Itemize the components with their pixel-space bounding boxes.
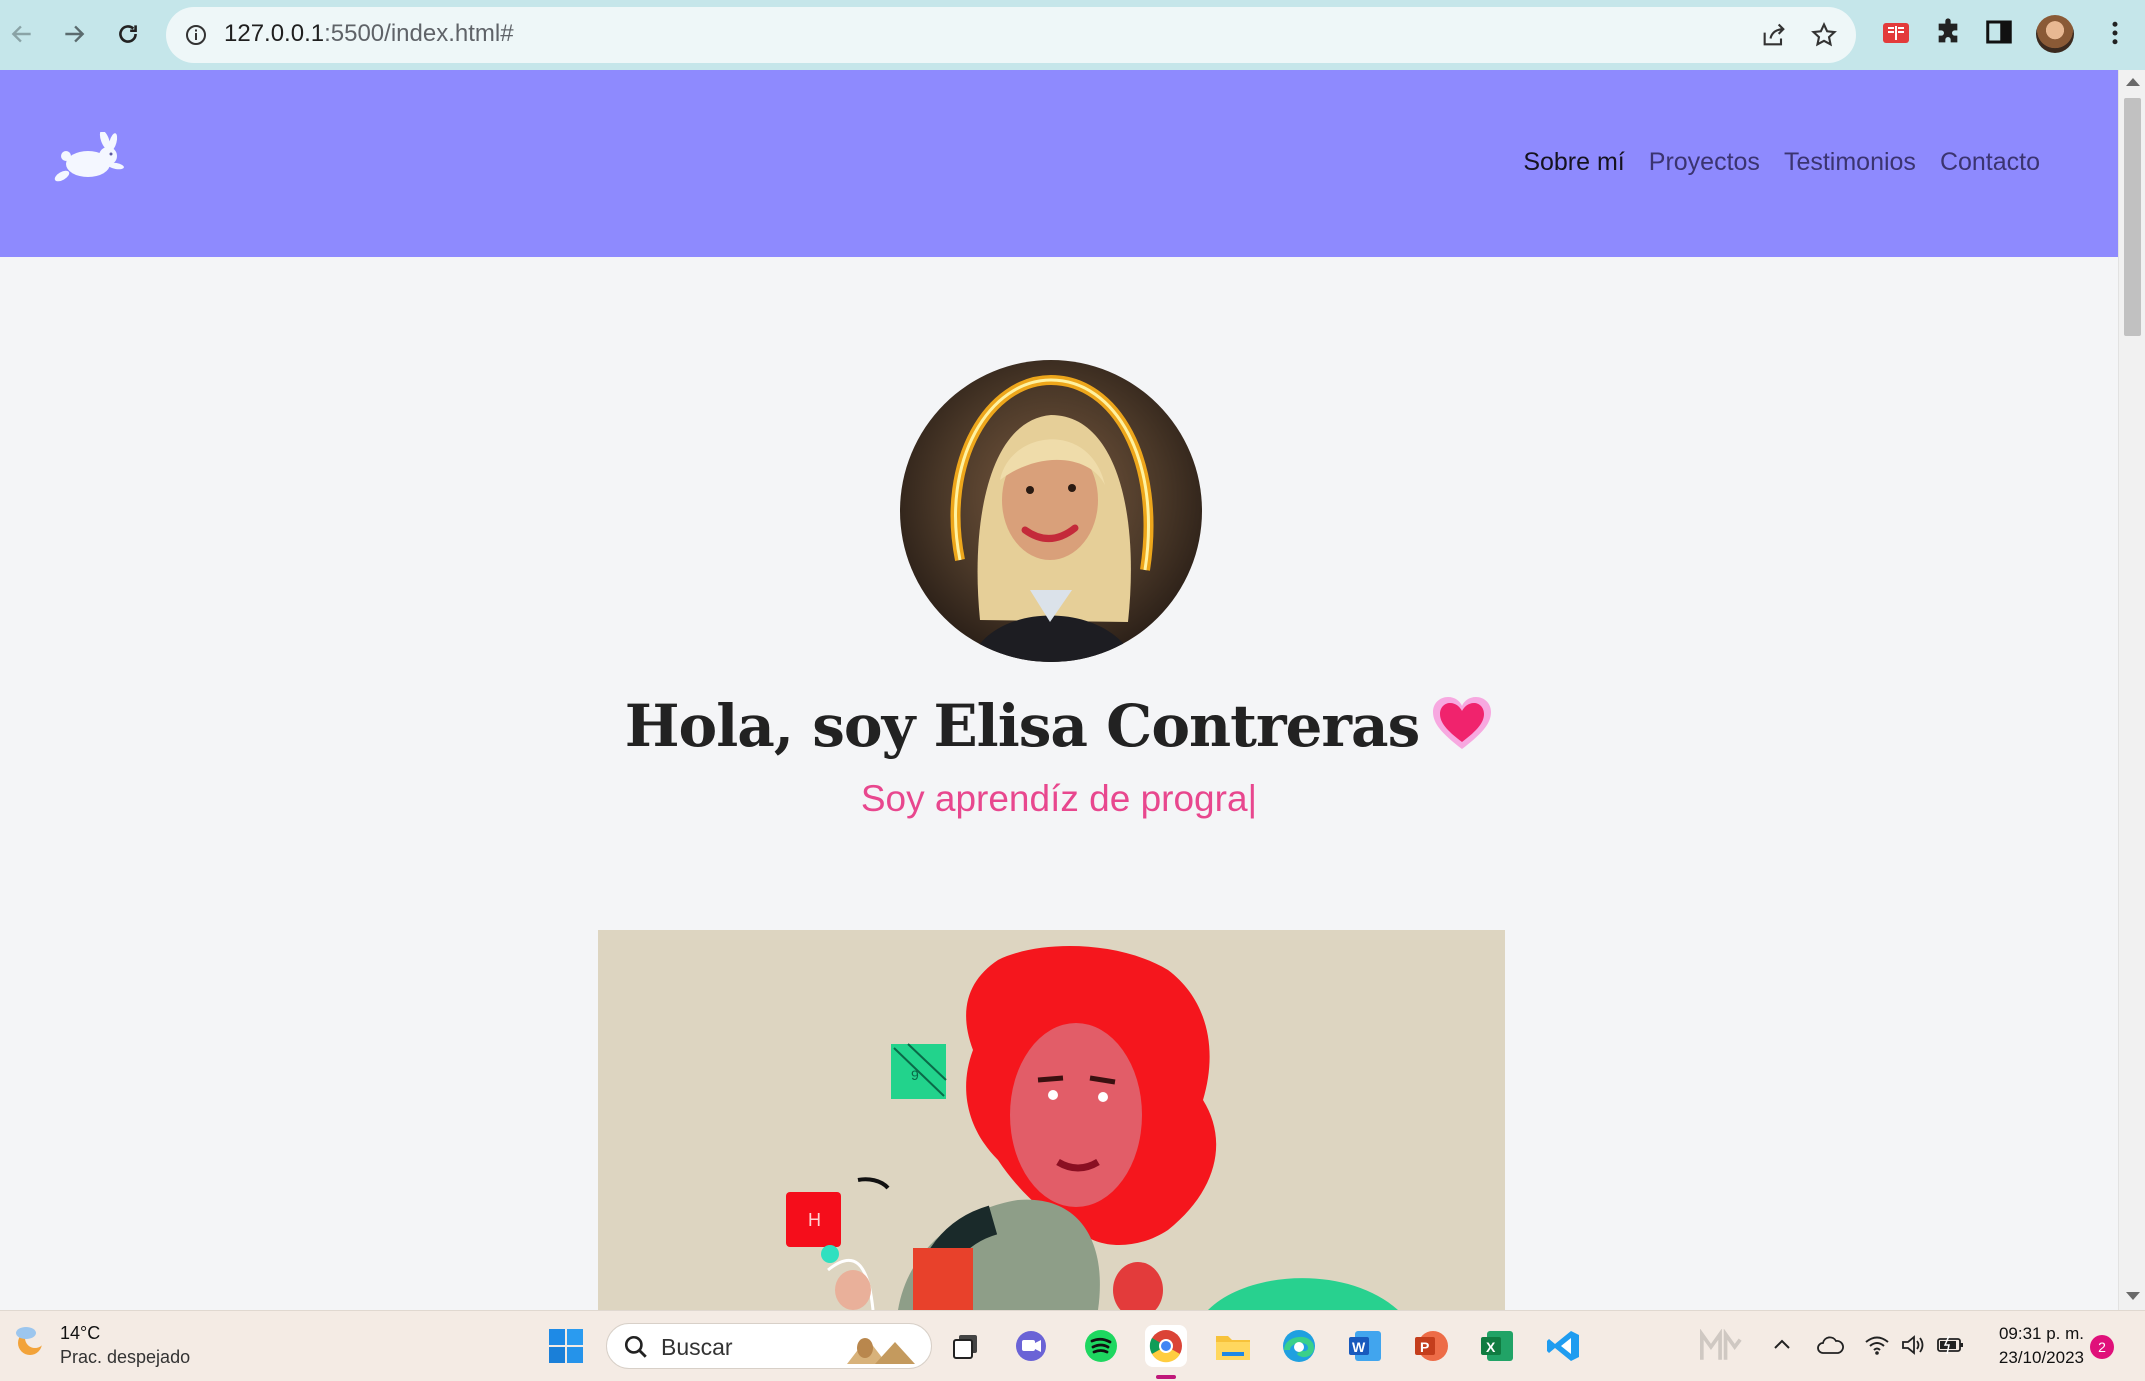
typing-text: Soy aprendíz de progra — [860, 778, 1248, 819]
vscode-icon[interactable] — [1542, 1325, 1584, 1367]
system-clock[interactable]: 09:31 p. m. 23/10/2023 — [1982, 1322, 2084, 1370]
powerpoint-icon[interactable]: P — [1410, 1325, 1452, 1367]
svg-text:P: P — [1420, 1339, 1429, 1355]
windows-start-icon[interactable] — [545, 1325, 587, 1367]
weather-condition: Prac. despejado — [60, 1347, 191, 1367]
onedrive-cloud-icon[interactable] — [1816, 1333, 1844, 1362]
side-panel-icon[interactable] — [1984, 17, 2014, 52]
edge-icon[interactable] — [1278, 1325, 1320, 1367]
nav-proyectos[interactable]: Proyectos — [1649, 148, 1760, 177]
svg-text:W: W — [1352, 1339, 1366, 1355]
extensions-puzzle-icon[interactable] — [1932, 17, 1964, 54]
site-info-icon[interactable] — [184, 23, 208, 52]
svg-text:9: 9 — [911, 1067, 919, 1083]
scroll-down-arrow-icon[interactable] — [2126, 1292, 2140, 1300]
scroll-thumb[interactable] — [2124, 98, 2141, 336]
excel-icon[interactable]: X — [1476, 1325, 1518, 1367]
word-icon[interactable]: W — [1344, 1325, 1386, 1367]
scroll-up-arrow-icon[interactable] — [2126, 78, 2140, 86]
spotify-icon[interactable] — [1080, 1325, 1122, 1367]
weather-temperature: 14°C — [60, 1323, 101, 1343]
reload-icon[interactable] — [108, 14, 148, 54]
weather-widget[interactable]: 14°C Prac. despejado — [12, 1321, 190, 1367]
kebab-menu-icon[interactable] — [2100, 17, 2130, 54]
url-host: 127.0.0.1 — [224, 20, 325, 47]
search-icon — [623, 1334, 649, 1365]
volume-icon[interactable] — [1900, 1333, 1926, 1362]
back-icon[interactable] — [2, 14, 42, 54]
forward-icon[interactable] — [54, 14, 94, 54]
task-view-icon[interactable] — [945, 1325, 987, 1367]
chrome-icon[interactable] — [1145, 1325, 1187, 1367]
address-bar[interactable]: 127.0.0.1:5500/index.html# — [166, 7, 1856, 63]
browser-toolbar: 127.0.0.1:5500/index.html# — [0, 0, 2145, 70]
notification-badge[interactable]: 2 — [2090, 1335, 2114, 1359]
page-scrollbar[interactable] — [2118, 70, 2145, 1310]
search-label: Buscar — [661, 1334, 733, 1360]
main-nav: Sobre mí Proyectos Testimonios Contacto — [1523, 148, 2040, 177]
url-text[interactable]: 127.0.0.1:5500/index.html# — [224, 20, 514, 48]
bookmark-star-icon[interactable] — [1810, 21, 1838, 54]
moon-cloud-icon — [16, 1327, 45, 1355]
hero-artwork: 9 H — [598, 930, 1505, 1310]
search-highlight-sphinx-icon — [845, 1328, 923, 1371]
rabbit-logo-icon[interactable] — [50, 130, 124, 195]
profile-photo — [900, 360, 1202, 662]
nav-testimonios[interactable]: Testimonios — [1784, 148, 1916, 177]
hero-subtitle: Soy aprendíz de progra| — [0, 778, 2118, 820]
typing-cursor: | — [1247, 778, 1258, 819]
svg-text:X: X — [1486, 1339, 1496, 1355]
heart-icon — [1431, 695, 1493, 767]
taskbar-search[interactable]: Buscar — [606, 1323, 932, 1369]
windows-taskbar: 14°C Prac. despejado Buscar W P X 09:31 … — [0, 1310, 2145, 1381]
page-viewport: Sobre mí Proyectos Testimonios Contacto — [0, 70, 2118, 1310]
mi-logo-icon[interactable] — [1700, 1325, 1742, 1367]
clock-time: 09:31 p. m. — [1998, 1324, 2084, 1343]
clock-date: 23/10/2023 — [1998, 1348, 2084, 1367]
file-explorer-icon[interactable] — [1212, 1325, 1254, 1367]
teams-chat-icon[interactable] — [1010, 1325, 1052, 1367]
hero-title-text: Hola, soy Elisa Contreras — [624, 692, 1420, 760]
wifi-icon[interactable] — [1864, 1333, 1890, 1362]
reading-extension-icon[interactable] — [1880, 17, 1912, 54]
share-icon[interactable] — [1760, 21, 1788, 54]
hero-title: Hola, soy Elisa Contreras — [0, 692, 2118, 767]
nav-contacto[interactable]: Contacto — [1940, 148, 2040, 177]
battery-charging-icon[interactable] — [1936, 1333, 1966, 1362]
site-header: Sobre mí Proyectos Testimonios Contacto — [0, 70, 2118, 257]
chrome-active-indicator — [1156, 1375, 1176, 1379]
svg-text:H: H — [808, 1210, 821, 1230]
nav-sobre-mi[interactable]: Sobre mí — [1523, 148, 1624, 177]
chevron-up-icon[interactable] — [1772, 1333, 1792, 1362]
url-path: :5500/index.html# — [324, 20, 514, 47]
profile-avatar[interactable] — [2036, 15, 2074, 53]
